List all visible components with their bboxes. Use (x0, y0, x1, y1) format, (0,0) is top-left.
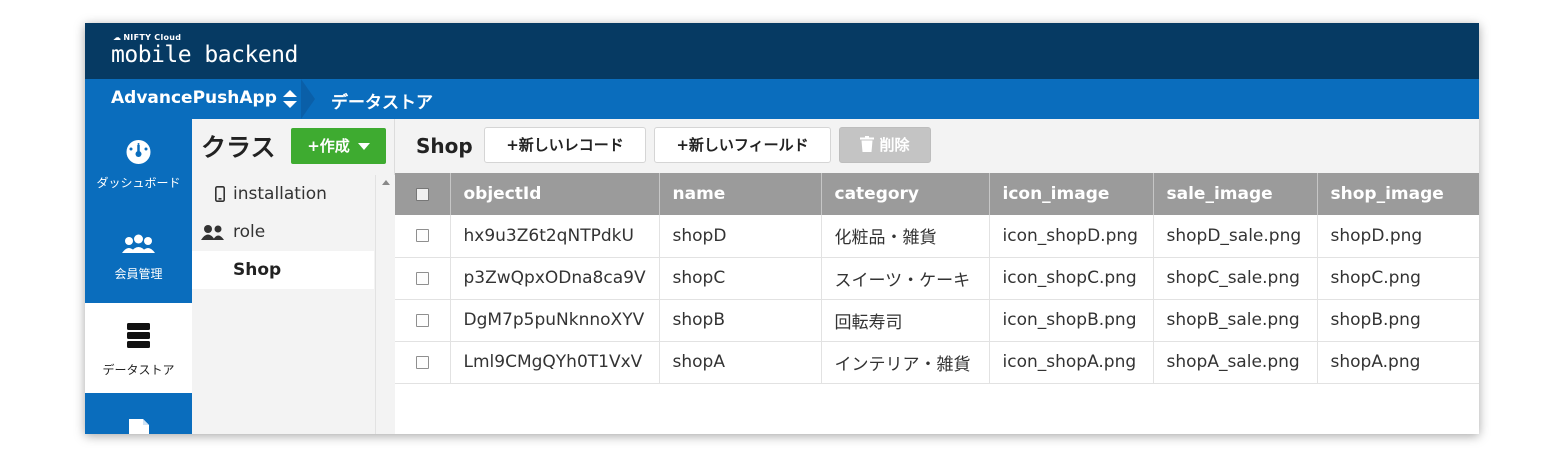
table-cell[interactable]: icon_shopD.png (989, 215, 1154, 258)
table-cell[interactable]: shopA (659, 341, 822, 384)
role-users-icon (200, 213, 226, 251)
delete-label: 削除 (879, 136, 910, 154)
nav-item-datastore[interactable]: データストア (85, 303, 192, 393)
table-cell[interactable]: shopD.png (1317, 215, 1479, 258)
table-cell[interactable]: shopB (659, 299, 822, 342)
class-panel-title: クラス (201, 133, 276, 162)
nav-item-members[interactable]: 会員管理 (85, 211, 192, 301)
row-checkbox[interactable] (415, 313, 429, 327)
class-item-label: Shop (233, 260, 282, 280)
class-item-installation[interactable]: installation (192, 175, 374, 213)
table-cell[interactable]: 回転寿司 (821, 299, 990, 342)
table-cell[interactable]: shopB.png (1317, 299, 1479, 342)
column-header[interactable]: shop_image (1317, 173, 1479, 215)
row-checkbox[interactable] (415, 271, 429, 285)
table-cell[interactable]: shopD (659, 215, 822, 258)
table-cell[interactable]: icon_shopC.png (989, 257, 1154, 300)
brand-sub-text: NIFTY Cloud (123, 33, 182, 42)
create-class-button[interactable]: +作成 (291, 128, 386, 164)
nav-item-files[interactable] (85, 417, 192, 434)
brand-sub: ☁ NIFTY Cloud (113, 33, 181, 42)
nav-label: 会員管理 (114, 267, 163, 281)
phone-icon (215, 175, 225, 213)
brand-logo[interactable]: mobile backend (111, 42, 298, 68)
class-name-title: Shop (416, 134, 473, 158)
select-all-checkbox[interactable] (415, 187, 429, 201)
new-record-button[interactable]: +新しいレコード (484, 127, 646, 163)
row-select-cell (395, 299, 451, 342)
app-bar: AdvancePushApp データストア (85, 79, 1479, 119)
table-cell[interactable]: shopC (659, 257, 822, 300)
sort-toggle-icon[interactable] (282, 86, 298, 112)
row-checkbox[interactable] (415, 355, 429, 369)
records-table: objectId name category icon_image sale_i… (395, 173, 1479, 384)
table-row[interactable]: Lml9CMgQYh0T1VxV shopA インテリア・雑貨 icon_sho… (395, 341, 1479, 384)
table-cell[interactable]: shopC_sale.png (1153, 257, 1318, 300)
app-selector[interactable]: AdvancePushApp (111, 88, 277, 108)
table-header-row: objectId name category icon_image sale_i… (395, 173, 1479, 215)
table-cell[interactable]: 化粧品・雑貨 (821, 215, 990, 258)
delete-button[interactable]: 削除 (839, 127, 931, 163)
select-all-cell (395, 173, 451, 215)
row-select-cell (395, 215, 451, 258)
trash-icon (860, 136, 875, 152)
class-panel: クラス +作成 installation role Shop (192, 119, 395, 434)
class-item-label: installation (233, 184, 327, 204)
table-cell[interactable]: p3ZwQpxODna8ca9V (450, 257, 660, 300)
table-cell[interactable]: shopB_sale.png (1153, 299, 1318, 342)
column-header[interactable]: sale_image (1153, 173, 1318, 215)
table-cell[interactable]: Lml9CMgQYh0T1VxV (450, 341, 660, 384)
class-item-shop[interactable]: Shop (192, 251, 374, 289)
table-cell[interactable]: shopC.png (1317, 257, 1479, 300)
nav-label: ダッシュボード (96, 176, 181, 190)
scroll-up-icon[interactable] (382, 180, 390, 185)
table-cell[interactable]: インテリア・雑貨 (821, 341, 990, 384)
breadcrumb-separator (301, 79, 315, 119)
cloud-icon: ☁ (113, 33, 122, 42)
table-cell[interactable]: DgM7p5puNknnoXYV (450, 299, 660, 342)
datastore-main: Shop +新しいレコード +新しいフィールド 削除 objectId name (395, 119, 1479, 434)
table-cell[interactable]: shopA.png (1317, 341, 1479, 384)
class-item-label: role (233, 222, 266, 242)
column-header[interactable]: icon_image (989, 173, 1154, 215)
table-cell[interactable]: スイーツ・ケーキ (821, 257, 990, 300)
caret-down-icon (357, 143, 370, 150)
users-icon (122, 234, 155, 253)
new-field-button[interactable]: +新しいフィールド (654, 127, 831, 163)
class-item-role[interactable]: role (192, 213, 374, 251)
column-header[interactable]: name (659, 173, 822, 215)
table-cell[interactable]: shopA_sale.png (1153, 341, 1318, 384)
create-class-label: +作成 (307, 137, 350, 155)
top-bar: ☁ NIFTY Cloud mobile backend (85, 23, 1479, 79)
row-select-cell (395, 341, 451, 384)
class-list-scrollbar[interactable] (375, 175, 395, 434)
column-header[interactable]: category (821, 173, 990, 215)
table-row[interactable]: hx9u3Z6t2qNTPdkU shopD 化粧品・雑貨 icon_shopD… (395, 215, 1479, 258)
row-checkbox[interactable] (415, 229, 429, 243)
breadcrumb-current: データストア (331, 93, 433, 113)
toolbar: Shop +新しいレコード +新しいフィールド 削除 (395, 119, 1479, 173)
column-header[interactable]: objectId (450, 173, 660, 215)
table-cell[interactable]: icon_shopA.png (989, 341, 1154, 384)
nav-item-dashboard[interactable]: ダッシュボード (85, 119, 192, 209)
gauge-icon (126, 140, 151, 164)
row-select-cell (395, 257, 451, 300)
nav-label: データストア (102, 363, 175, 377)
file-icon (129, 419, 149, 434)
side-nav: ダッシュボード 会員管理 データストア (85, 119, 192, 434)
table-row[interactable]: DgM7p5puNknnoXYV shopB 回転寿司 icon_shopB.p… (395, 299, 1479, 342)
database-icon (127, 323, 150, 348)
table-cell[interactable]: hx9u3Z6t2qNTPdkU (450, 215, 660, 258)
app-window: ☁ NIFTY Cloud mobile backend AdvancePushA… (85, 23, 1479, 434)
table-row[interactable]: p3ZwQpxODna8ca9V shopC スイーツ・ケーキ icon_sho… (395, 257, 1479, 300)
class-list: installation role Shop (192, 175, 374, 289)
table-cell[interactable]: icon_shopB.png (989, 299, 1154, 342)
table-cell[interactable]: shopD_sale.png (1153, 215, 1318, 258)
